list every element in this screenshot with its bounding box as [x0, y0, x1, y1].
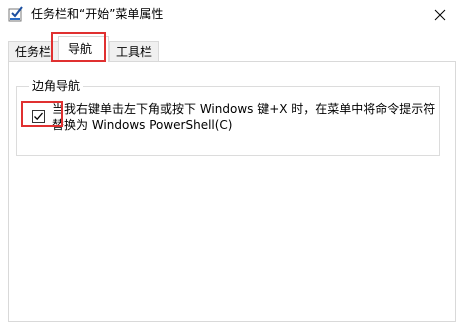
taskbar-properties-icon	[8, 6, 24, 22]
window-title: 任务栏和“开始”菜单属性	[31, 7, 164, 21]
powershell-checkbox-label[interactable]: 当我右键单击左下角或按下 Windows 键+X 时，在菜单中将命令提示符 替换…	[52, 101, 436, 133]
close-button[interactable]	[417, 0, 463, 30]
group-title: 边角导航	[29, 79, 84, 93]
label-line-2: 替换为 Windows PowerShell(C)	[52, 118, 233, 132]
properties-window: 任务栏和“开始”菜单属性 任务栏 工具栏 导航 边角导航 当我右键单击左下角或按…	[0, 0, 463, 328]
highlight-box-tab	[51, 32, 106, 62]
title-bar: 任务栏和“开始”菜单属性	[0, 0, 463, 31]
close-icon	[434, 9, 446, 21]
highlight-box-checkbox	[21, 101, 63, 127]
tab-toolbar[interactable]: 工具栏	[109, 41, 159, 61]
label-line-1: 当我右键单击左下角或按下 Windows 键+X 时，在菜单中将命令提示符	[52, 102, 436, 116]
